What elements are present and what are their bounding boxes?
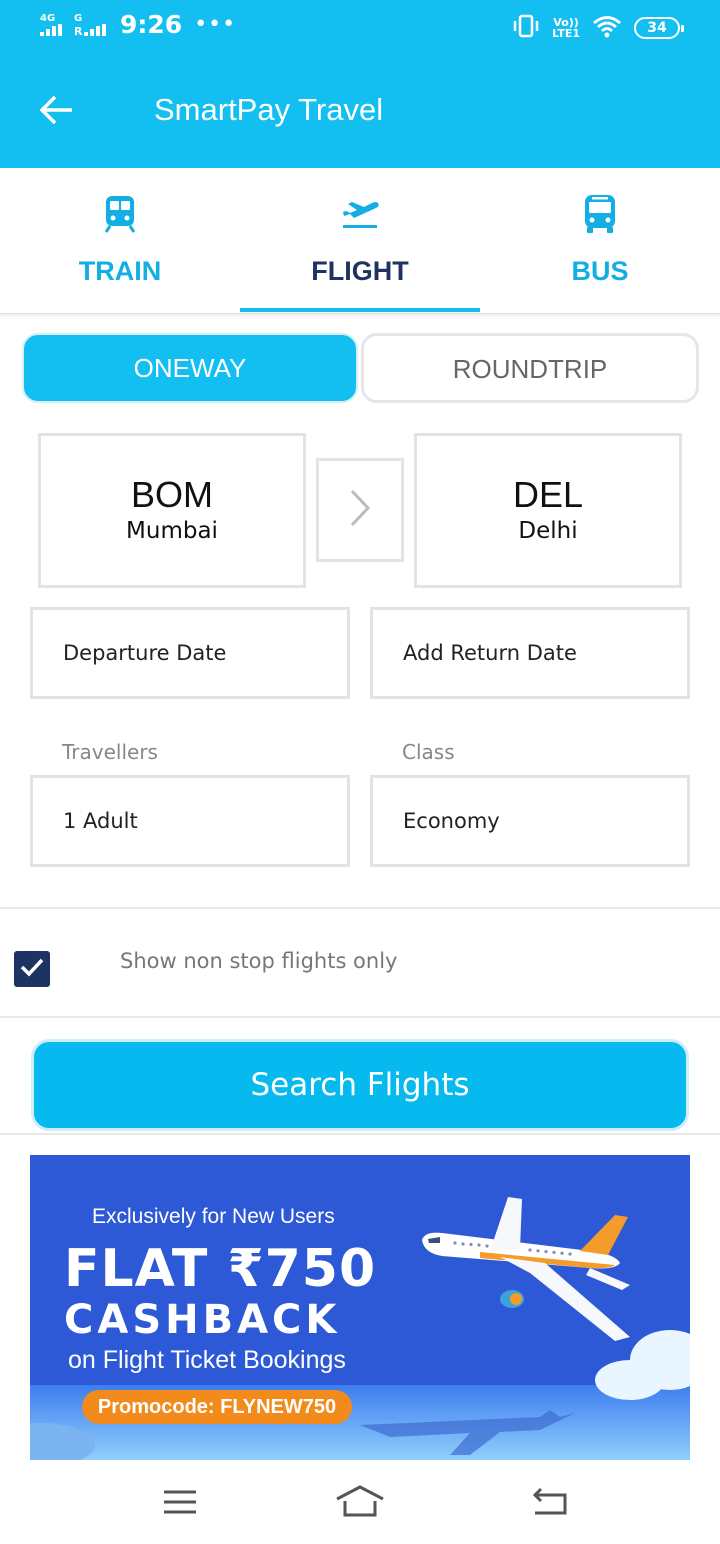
- back-icon: [531, 1487, 569, 1521]
- class-field[interactable]: Economy: [370, 775, 690, 867]
- train-icon: [98, 192, 142, 236]
- home-button[interactable]: [335, 1484, 385, 1524]
- search-flights-button[interactable]: Search Flights: [31, 1039, 689, 1131]
- page-title: SmartPay Travel: [154, 92, 384, 127]
- class-label: Class: [402, 740, 455, 764]
- tab-label-bus: BUS: [571, 256, 629, 286]
- lte-label: LTE1: [552, 27, 580, 40]
- divider: [0, 907, 720, 909]
- wifi-icon: [592, 14, 622, 42]
- transport-tabs: TRAIN FLIGHT BUS: [0, 168, 720, 314]
- back-button[interactable]: [30, 86, 82, 138]
- non-stop-checkbox[interactable]: [14, 951, 50, 987]
- menu-icon: [162, 1488, 198, 1520]
- oneway-toggle[interactable]: ONEWAY: [22, 333, 358, 403]
- origin-selector[interactable]: BOM Mumbai: [38, 433, 306, 588]
- swap-route-button[interactable]: [316, 458, 404, 562]
- tab-flight[interactable]: FLIGHT: [240, 168, 480, 312]
- svg-text:R: R: [74, 25, 83, 36]
- tab-label-flight: FLIGHT: [311, 256, 409, 286]
- vibrate-icon: [512, 14, 540, 42]
- status-bar: 4G G R 9:26 ••• Vo)) LTE1 34: [0, 0, 720, 56]
- banner-subline: on Flight Ticket Bookings: [68, 1346, 346, 1374]
- signal-g-icon: G R: [74, 12, 110, 36]
- banner-headline: Exclusively for New Users: [92, 1205, 335, 1228]
- back-nav-button[interactable]: [525, 1484, 575, 1524]
- system-nav-bar: [0, 1460, 720, 1544]
- network-4g-label: 4G: [40, 12, 56, 24]
- destination-city: Delhi: [518, 518, 578, 544]
- volte-indicator: Vo)) LTE1: [552, 17, 580, 39]
- origin-code: BOM: [130, 474, 213, 515]
- travellers-field[interactable]: 1 Adult: [30, 775, 350, 867]
- promo-code-badge: Promocode: FLYNEW750: [82, 1390, 352, 1424]
- status-left: 4G G R 9:26 •••: [40, 10, 236, 39]
- checkmark-icon: [19, 956, 45, 982]
- cashback-promo-banner[interactable]: Exclusively for New Users FLAT ₹750 CASH…: [30, 1155, 690, 1460]
- clock: 9:26: [120, 10, 183, 39]
- destination-code: DEL: [512, 474, 584, 515]
- chevron-right-icon: [347, 488, 373, 532]
- return-date-field[interactable]: Add Return Date: [370, 607, 690, 699]
- banner-cashback: CASHBACK: [64, 1297, 341, 1343]
- app-bar: SmartPay Travel: [0, 56, 720, 168]
- flight-takeoff-icon: [338, 192, 382, 236]
- tab-bus[interactable]: BUS: [480, 168, 720, 312]
- roundtrip-toggle[interactable]: ROUNDTRIP: [361, 333, 699, 403]
- destination-selector[interactable]: DEL Delhi: [414, 433, 682, 588]
- bus-icon: [578, 192, 622, 236]
- banner-offer-amount: FLAT ₹750: [64, 1239, 377, 1299]
- tab-active-indicator: [240, 308, 480, 312]
- network-g-label: G: [74, 12, 83, 24]
- divider: [0, 1016, 720, 1018]
- status-right: Vo)) LTE1 34: [512, 14, 684, 42]
- home-icon: [335, 1485, 385, 1523]
- non-stop-label[interactable]: Show non stop flights only: [120, 949, 397, 973]
- menu-button[interactable]: [155, 1484, 205, 1524]
- departure-date-field[interactable]: Departure Date: [30, 607, 350, 699]
- battery-icon: 34: [634, 17, 684, 39]
- tab-label-train: TRAIN: [78, 256, 162, 286]
- travellers-label: Travellers: [62, 740, 158, 764]
- divider: [0, 1133, 720, 1135]
- signal-4g-icon: 4G: [40, 12, 68, 36]
- origin-city: Mumbai: [126, 518, 218, 544]
- tab-train[interactable]: TRAIN: [0, 168, 240, 312]
- arrow-left-icon: [38, 94, 74, 130]
- more-notifications-icon: •••: [194, 12, 237, 37]
